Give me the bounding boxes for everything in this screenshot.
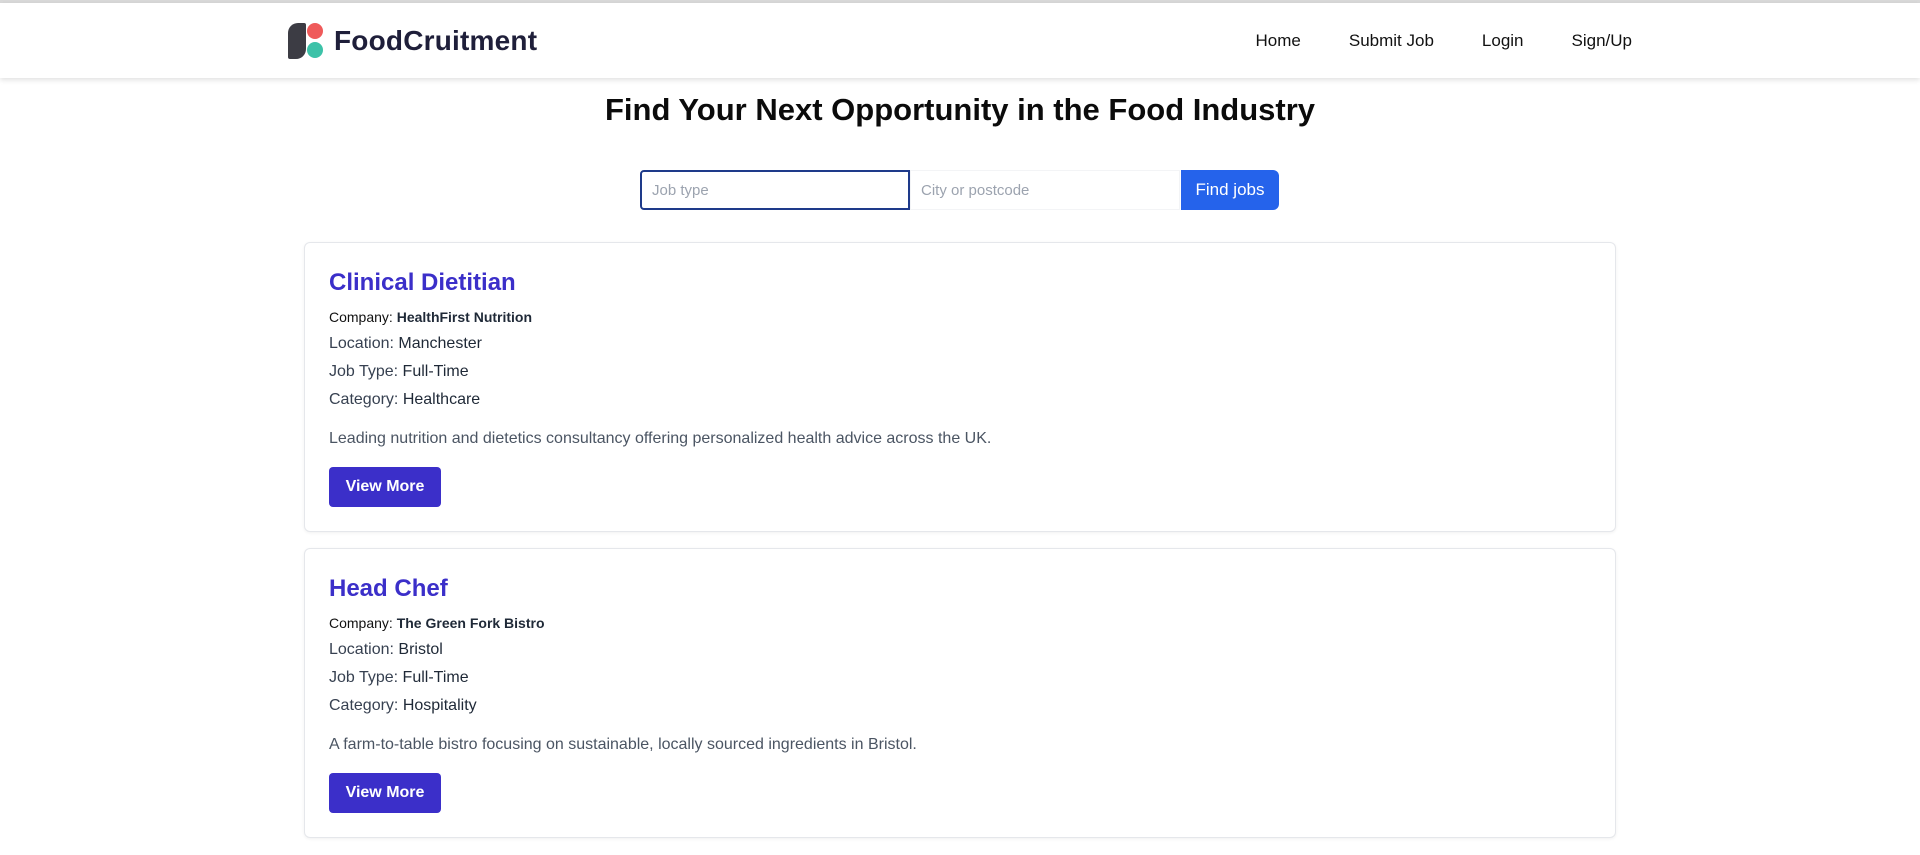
job-type: Job Type: Full-Time — [329, 669, 469, 686]
job-title[interactable]: Clinical Dietitian — [329, 269, 516, 297]
page-title: Find Your Next Opportunity in the Food I… — [604, 92, 1316, 127]
job-type: Job Type: Full-Time — [329, 363, 469, 380]
brand-name: FoodCruitment — [334, 25, 538, 56]
job-company: Company: The Green Fork Bistro — [329, 615, 545, 631]
job-location: Location: Bristol — [329, 641, 443, 658]
navbar: FoodCruitment Home Submit Job Login Sign… — [0, 3, 1920, 78]
nav-signup[interactable]: Sign/Up — [1572, 31, 1632, 51]
job-company: Company: HealthFirst Nutrition — [329, 309, 533, 325]
main-nav: Home Submit Job Login Sign/Up — [1208, 3, 1633, 78]
nav-home[interactable]: Home — [1256, 31, 1301, 51]
foodcruitment-logo-icon — [288, 21, 324, 61]
view-more-button[interactable]: View More — [329, 773, 441, 813]
job-location: Location: Manchester — [329, 335, 482, 352]
job-title[interactable]: Head Chef — [329, 575, 448, 603]
job-description: A farm-to-table bistro focusing on susta… — [329, 736, 917, 753]
location-input[interactable] — [910, 170, 1180, 210]
job-search-bar: Find jobs — [640, 170, 1279, 210]
job-card: Head Chef Company: The Green Fork Bistro… — [304, 548, 1616, 838]
job-category: Category: Hospitality — [329, 697, 477, 714]
job-description: Leading nutrition and dietetics consulta… — [329, 430, 992, 447]
find-jobs-button[interactable]: Find jobs — [1181, 170, 1279, 210]
brand[interactable]: FoodCruitment — [288, 20, 537, 62]
view-more-button[interactable]: View More — [329, 467, 441, 507]
nav-login[interactable]: Login — [1482, 31, 1524, 51]
job-type-input[interactable] — [640, 170, 910, 210]
job-card: Clinical Dietitian Company: HealthFirst … — [304, 242, 1616, 532]
job-category: Category: Healthcare — [329, 391, 481, 408]
nav-submit-job[interactable]: Submit Job — [1349, 31, 1434, 51]
